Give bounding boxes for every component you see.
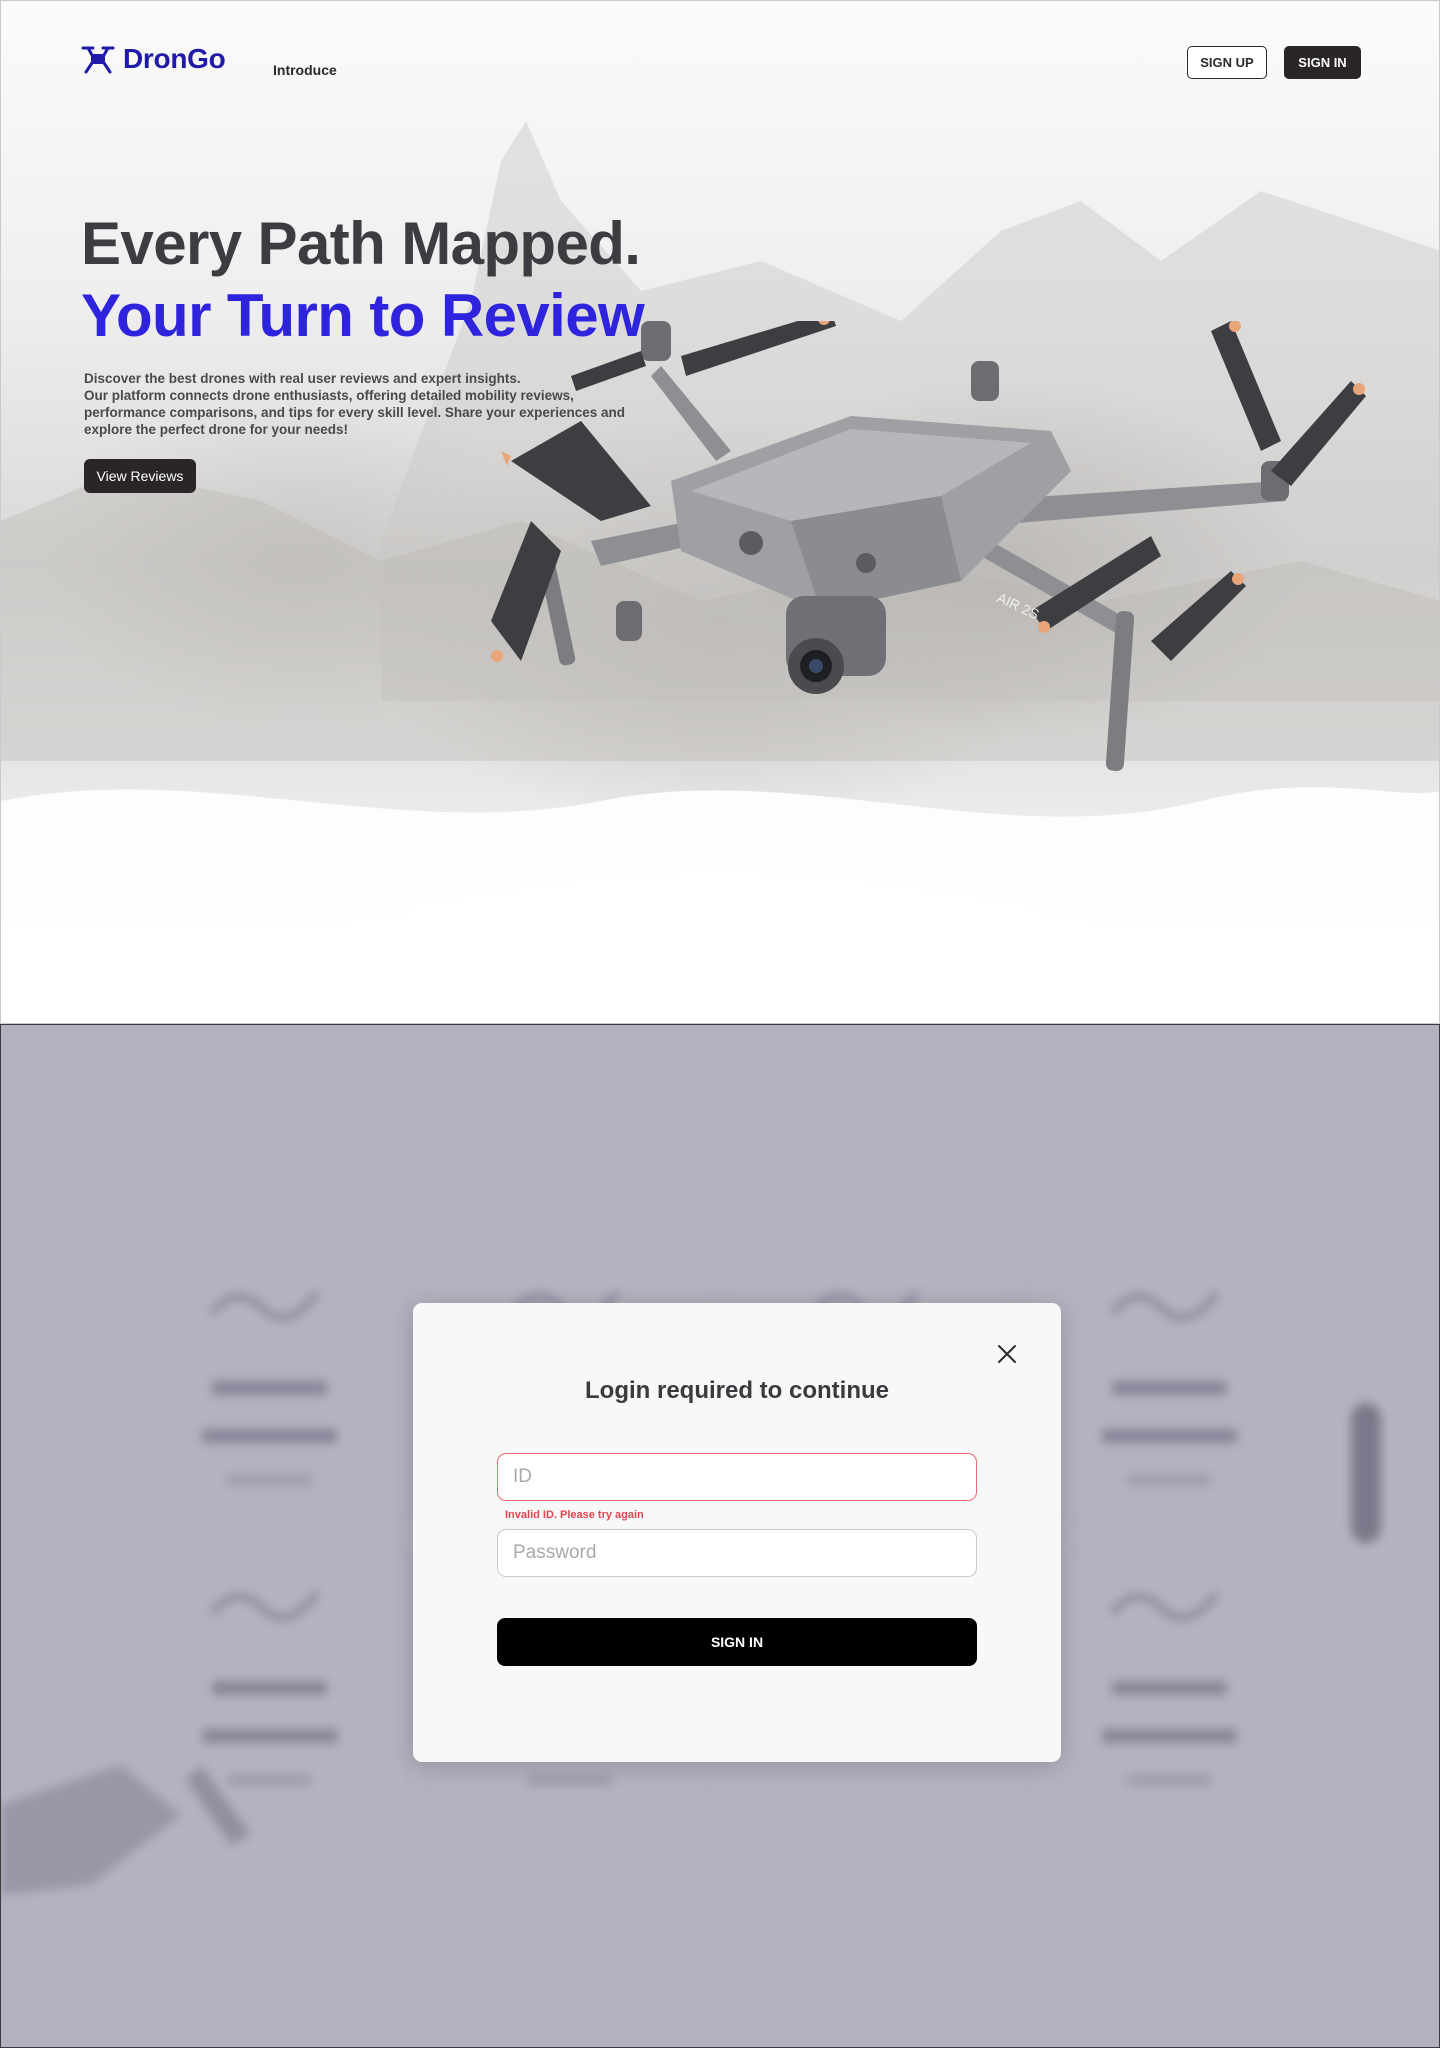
drone-hero-image: AIR 2S	[491, 321, 1366, 771]
lower-section: Login required to continue Invalid ID. P…	[0, 1024, 1440, 2048]
login-modal: Login required to continue Invalid ID. P…	[413, 1303, 1061, 1762]
logo[interactable]: DronGo	[81, 43, 226, 75]
hero-section: DronGo Introduce SIGN UP SIGN IN Every P…	[0, 0, 1440, 1024]
password-input[interactable]	[497, 1529, 977, 1577]
id-input[interactable]	[497, 1453, 977, 1501]
sign-up-button[interactable]: SIGN UP	[1187, 46, 1267, 79]
nav-link-introduce[interactable]: Introduce	[273, 62, 337, 78]
sign-in-button[interactable]: SIGN IN	[1284, 46, 1361, 79]
modal-sign-in-button[interactable]: SIGN IN	[497, 1618, 977, 1666]
view-reviews-button[interactable]: View Reviews	[84, 459, 196, 493]
hero-headline: Every Path Mapped.	[81, 210, 641, 277]
modal-title: Login required to continue	[585, 1377, 889, 1404]
close-icon[interactable]	[996, 1343, 1018, 1365]
id-error-message: Invalid ID. Please try again	[505, 1509, 644, 1521]
drone-logo-icon	[81, 46, 115, 74]
logo-text: DronGo	[123, 43, 226, 74]
drone-model-marking: AIR 2S	[995, 589, 1042, 622]
